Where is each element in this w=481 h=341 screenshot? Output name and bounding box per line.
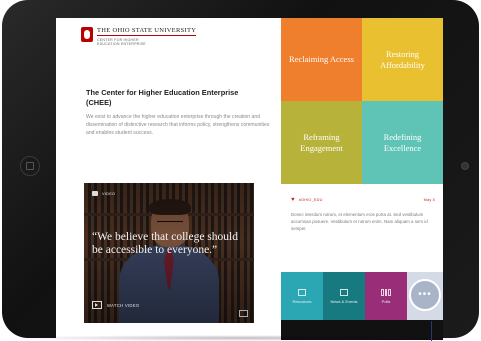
news-handle: #OHIO_EDU	[298, 198, 323, 202]
video-badge: VIDEO	[92, 191, 115, 196]
nav-resources[interactable]: Resources	[281, 272, 323, 320]
play-icon	[92, 301, 102, 309]
nav-more[interactable]: •••	[407, 272, 443, 320]
center-name: CENTER FOR HIGHER EDUCATION ENTERPRISE	[97, 38, 146, 47]
speech-bubble-icon	[92, 191, 98, 196]
news-card[interactable]: ♥ #OHIO_EDU May 5 Donec interdum rutrum,…	[281, 184, 443, 272]
news-body: Donec interdum rutrum, et elementum eros…	[291, 212, 428, 231]
university-logo[interactable]: THE OHIO STATE UNIVERSITY CENTER FOR HIG…	[81, 27, 197, 47]
captions-icon[interactable]	[239, 310, 248, 317]
nav-polls[interactable]: Polls	[365, 272, 407, 320]
intro-description: We exist to advance the higher education…	[86, 114, 270, 136]
heart-icon: ♥	[291, 197, 295, 203]
tablet-frame: THE OHIO STATE UNIVERSITY CENTER FOR HIG…	[2, 0, 479, 341]
block-o-icon	[81, 27, 93, 42]
home-button[interactable]	[20, 156, 40, 176]
calendar-icon	[340, 288, 348, 296]
tile-redefining-excellence[interactable]: Redefining Excellence	[362, 101, 443, 184]
tile-reframing-engagement[interactable]: Reframing Engagement	[281, 101, 362, 184]
tile-reclaiming-access[interactable]: Reclaiming Access	[281, 18, 362, 101]
left-pane: THE OHIO STATE UNIVERSITY CENTER FOR HIG…	[56, 18, 281, 340]
callout-pointer-line	[431, 321, 432, 341]
poll-grid-icon	[381, 288, 392, 296]
news-timestamp: May 5	[423, 198, 435, 202]
nav-news-events[interactable]: News & Events	[323, 272, 365, 320]
video-card[interactable]: VIDEO “We believe that college should be…	[84, 183, 254, 323]
right-pane: Reclaiming Access Restoring Affordabilit…	[281, 18, 443, 340]
university-name: THE OHIO STATE UNIVERSITY	[97, 27, 197, 36]
video-quote: “We believe that college should be acces…	[92, 231, 238, 256]
watch-video-button[interactable]: WATCH VIDEO	[92, 301, 139, 309]
intro-title: The Center for Higher Education Enterpri…	[86, 88, 239, 107]
book-icon	[298, 288, 306, 296]
tile-restoring-affordability[interactable]: Restoring Affordability	[362, 18, 443, 101]
front-camera	[461, 162, 469, 170]
more-dots-icon: •••	[409, 279, 441, 311]
app-screen: THE OHIO STATE UNIVERSITY CENTER FOR HIG…	[56, 18, 443, 340]
bottom-strip	[281, 320, 443, 340]
